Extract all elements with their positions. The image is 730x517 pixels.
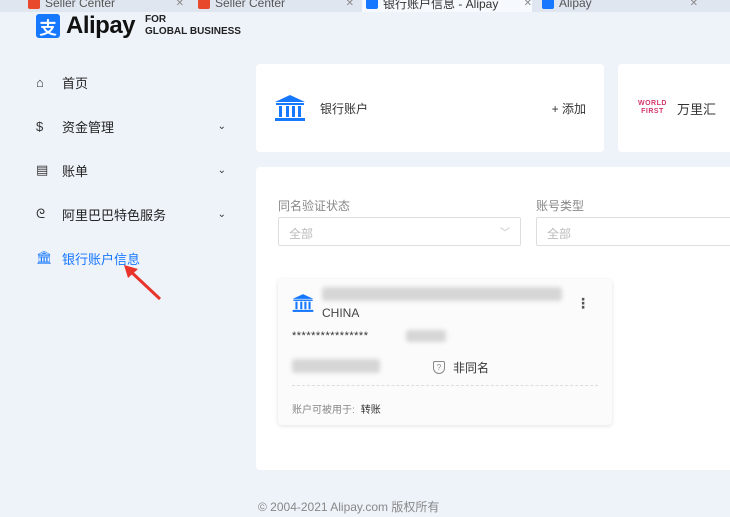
sidebar-item-funds[interactable]: $ 资金管理 ⌄ — [36, 104, 226, 148]
select-value: 全部 — [289, 227, 314, 241]
chevron-down-icon: ⌄ — [217, 164, 226, 176]
redacted-account-tail — [406, 330, 446, 342]
tab-label: Seller Center — [215, 0, 286, 10]
bank-icon: 🏛 — [36, 250, 53, 265]
verify-status-select[interactable]: 全部 ﹀ — [278, 217, 521, 246]
tab-label: Alipay — [559, 0, 592, 10]
divider — [292, 385, 598, 386]
wf-logo-line1: WORLD — [638, 100, 667, 107]
chevron-down-icon: ⌄ — [217, 120, 226, 132]
footer-copyright: © 2004-2021 Alipay.com 版权所有 — [258, 500, 440, 514]
verify-status-label: 同名验证状态 — [278, 199, 351, 213]
alipay-logo[interactable]: 支 Alipay FOR GLOBAL BUSINESS — [36, 12, 241, 40]
home-icon: ⌂ — [36, 74, 44, 90]
close-icon[interactable]: ✕ — [346, 0, 354, 9]
browser-tab[interactable]: Seller Center ✕ — [194, 0, 354, 12]
close-icon[interactable]: ✕ — [690, 0, 698, 9]
shield-question-icon: ? — [433, 361, 445, 374]
chevron-down-icon: ⌄ — [217, 208, 226, 220]
alipay-mark-icon: 支 — [36, 14, 60, 38]
redacted-bank-name — [322, 287, 562, 301]
logo-sub2: GLOBAL BUSINESS — [145, 26, 241, 37]
account-country: CHINA — [322, 306, 360, 320]
alibaba-icon: ᘓ — [36, 206, 46, 221]
worldfirst-name: 万里汇 — [676, 101, 716, 117]
nav-label: 阿里巴巴特色服务 — [62, 207, 167, 223]
favicon-icon — [198, 0, 210, 9]
usage-value: 转账 — [360, 405, 381, 416]
wf-logo-line2: FIRST — [641, 108, 664, 115]
sidebar-item-bills[interactable]: ▤ 账单 ⌄ — [36, 148, 226, 192]
account-list-panel: 同名验证状态 全部 ﹀ 账号类型 全部 CHINA ⋮ *************… — [256, 167, 730, 470]
bank-icon — [292, 294, 314, 312]
sidebar-item-alibaba-services[interactable]: ᘓ 阿里巴巴特色服务 ⌄ — [36, 192, 226, 236]
chevron-down-icon: ﹀ — [500, 228, 510, 239]
favicon-icon — [542, 0, 554, 9]
usage-label: 账户可被用于: — [292, 405, 355, 416]
select-value: 全部 — [547, 227, 572, 241]
nav-label: 账单 — [62, 163, 89, 179]
browser-tab-bar: Seller Center ✕ Seller Center ✕ 银行账户信息 - A… — [0, 0, 730, 12]
sidebar-item-home[interactable]: ⌂ 首页 — [36, 60, 226, 104]
red-arrow-annotation — [124, 265, 162, 301]
bank-account-item[interactable]: CHINA ⋮ **************** ? 非同名 账户可被用于: 转账 — [278, 279, 612, 425]
browser-tab[interactable]: Alipay ✕ — [538, 0, 698, 12]
bank-icon — [275, 95, 305, 121]
favicon-icon — [28, 0, 40, 9]
sidebar-nav: ⌂ 首页 $ 资金管理 ⌄ ▤ 账单 ⌄ ᘓ 阿里巴巴特色服务 ⌄ 🏛 银行账户信息 — [36, 60, 226, 280]
browser-tab[interactable]: Seller Center ✕ — [24, 0, 184, 12]
worldfirst-logo: WORLD FIRST — [638, 100, 667, 116]
account-type-label: 账号类型 — [536, 199, 585, 213]
tab-label: Seller Center — [45, 0, 116, 10]
account-usage: 账户可被用于: 转账 — [292, 401, 381, 416]
add-bank-account-button[interactable]: + 添加 — [552, 100, 586, 117]
tab-label: 银行账户信息 - Alipay — [383, 0, 499, 11]
close-icon[interactable]: ✕ — [176, 0, 184, 9]
logo-subtitle: FOR GLOBAL BUSINESS — [145, 14, 241, 38]
masked-account-number: **************** — [292, 330, 369, 342]
dollar-icon: $ — [36, 118, 44, 134]
close-icon[interactable]: ✕ — [524, 0, 532, 9]
bill-icon: ▤ — [36, 162, 49, 177]
account-type-select[interactable]: 全部 — [536, 217, 730, 246]
name-match-status: ? 非同名 — [433, 359, 489, 376]
bank-account-label: 银行账户 — [320, 101, 369, 116]
worldfirst-card[interactable]: WORLD FIRST 万里汇 — [618, 64, 730, 152]
nav-label: 资金管理 — [62, 119, 115, 135]
browser-tab-active[interactable]: 银行账户信息 - Alipay ✕ — [362, 0, 532, 12]
status-text: 非同名 — [453, 361, 490, 375]
logo-sub1: FOR — [145, 14, 167, 25]
redacted-holder-name — [292, 359, 380, 373]
more-options-icon[interactable]: ⋮ — [576, 295, 590, 312]
nav-label: 首页 — [62, 75, 89, 91]
favicon-icon — [366, 0, 378, 9]
logo-name: Alipay — [66, 12, 136, 39]
bank-account-card: 银行账户 + 添加 — [256, 64, 604, 152]
